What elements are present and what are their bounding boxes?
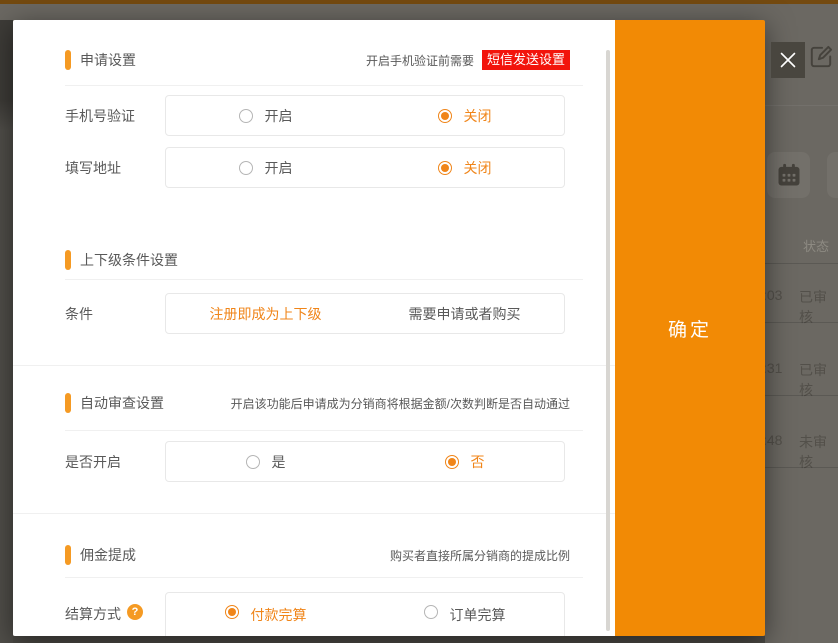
- background-header-divider: [765, 105, 838, 106]
- row-settlement-method: 结算方式 ? 付款完算 订单完算: [65, 592, 583, 636]
- section-marker: [65, 393, 71, 413]
- section-divider: [65, 279, 583, 280]
- section-title: 申请设置: [80, 50, 136, 70]
- section-marker: [65, 50, 71, 70]
- background-topbar: [0, 0, 838, 4]
- radio-label: 开启: [265, 158, 293, 178]
- table-divider: [765, 467, 838, 468]
- help-icon[interactable]: ?: [127, 604, 143, 620]
- background-button-partial: [827, 152, 838, 198]
- table-row-status: 已审核: [799, 360, 838, 400]
- distribution-settings-dialog: 申请设置 开启手机验证前需要 短信发送设置 手机号验证 开启 关闭 填写地址: [13, 20, 765, 636]
- radio-icon[interactable]: [239, 109, 253, 123]
- section-divider: [65, 430, 583, 431]
- section-marker: [65, 250, 71, 270]
- radio-label: 关闭: [464, 106, 492, 126]
- row-auto-review-enable: 是否开启 是 否: [65, 441, 583, 482]
- radio-option-order-settle[interactable]: 订单完算: [365, 593, 564, 636]
- radio-option-off[interactable]: 关闭: [365, 96, 564, 135]
- radio-label: 开启: [265, 106, 293, 126]
- table-header-status: 状态: [803, 236, 829, 255]
- section-note: 购买者直接所属分销商的提成比例: [390, 547, 570, 564]
- option-group: 是 否: [165, 441, 565, 482]
- row-condition: 条件 注册即成为上下级 需要申请或者购买: [65, 293, 583, 334]
- calendar-button: [767, 152, 810, 198]
- radio-label: 否: [471, 452, 485, 472]
- section-marker: [65, 545, 71, 565]
- radio-option-off[interactable]: 关闭: [365, 148, 564, 187]
- option-group: 开启 关闭: [165, 95, 565, 136]
- radio-icon[interactable]: [225, 605, 239, 619]
- section-note: 开启该功能后申请成为分销商将根据金额/次数判断是否自动通过: [231, 395, 570, 412]
- section-title: 上下级条件设置: [80, 250, 178, 270]
- scrollbar[interactable]: [606, 50, 610, 631]
- row-label: 是否开启: [65, 441, 121, 482]
- section-separator: [13, 513, 615, 514]
- section-title: 佣金提成: [80, 545, 136, 565]
- sms-settings-badge[interactable]: 短信发送设置: [482, 50, 570, 70]
- table-row-time: :31: [763, 360, 782, 376]
- table-divider: [765, 322, 838, 323]
- section-divider: [65, 85, 583, 86]
- table-divider: [765, 263, 838, 264]
- table-row-time: :48: [763, 432, 782, 448]
- dialog-scroll-area: 申请设置 开启手机验证前需要 短信发送设置 手机号验证 开启 关闭 填写地址: [13, 20, 615, 636]
- row-label: 填写地址: [65, 147, 121, 188]
- radio-icon[interactable]: [424, 605, 438, 619]
- radio-icon[interactable]: [438, 161, 452, 175]
- radio-option-yes[interactable]: 是: [166, 442, 365, 481]
- option-group: 注册即成为上下级 需要申请或者购买: [165, 293, 565, 334]
- section-relation-header: 上下级条件设置: [65, 250, 570, 270]
- close-icon: [778, 50, 798, 70]
- table-row-status: 已审核: [799, 287, 838, 327]
- table-row-status: 未审核: [799, 432, 838, 472]
- option-group: 付款完算 订单完算: [165, 592, 565, 636]
- background-left-sidebar: [0, 20, 13, 643]
- radio-option-on[interactable]: 开启: [166, 148, 365, 187]
- radio-label: 是: [272, 452, 286, 472]
- calendar-icon: [775, 161, 803, 189]
- radio-option-payment-settle[interactable]: 付款完算: [166, 593, 365, 636]
- row-fill-address: 填写地址 开启 关闭: [65, 147, 583, 188]
- radio-icon[interactable]: [239, 161, 253, 175]
- row-label: 条件: [65, 293, 93, 334]
- radio-icon[interactable]: [445, 455, 459, 469]
- radio-icon[interactable]: [438, 109, 452, 123]
- radio-label: 付款完算: [251, 605, 307, 625]
- edit-icon: [808, 44, 834, 70]
- section-separator: [13, 365, 615, 366]
- row-label-group: 结算方式 ?: [65, 592, 143, 624]
- confirm-button[interactable]: 确定: [615, 20, 765, 636]
- row-label: 结算方式: [65, 604, 121, 624]
- radio-label: 订单完算: [450, 605, 506, 625]
- section-note: 开启手机验证前需要: [366, 52, 474, 69]
- section-apply-header: 申请设置 开启手机验证前需要 短信发送设置: [65, 50, 570, 70]
- section-title: 自动审查设置: [80, 393, 164, 413]
- close-button[interactable]: [771, 42, 805, 78]
- section-divider: [65, 577, 583, 578]
- radio-icon[interactable]: [246, 455, 260, 469]
- confirm-button-label: 确定: [668, 315, 712, 342]
- section-auto-review-header: 自动审查设置 开启该功能后申请成为分销商将根据金额/次数判断是否自动通过: [65, 393, 570, 413]
- table-divider: [765, 395, 838, 396]
- section-commission-header: 佣金提成 购买者直接所属分销商的提成比例: [65, 545, 570, 565]
- radio-option-on[interactable]: 开启: [166, 96, 365, 135]
- dialog-bottom-shadow: [13, 636, 765, 643]
- option-group: 开启 关闭: [165, 147, 565, 188]
- row-label: 手机号验证: [65, 95, 135, 136]
- radio-label: 关闭: [464, 158, 492, 178]
- radio-option-no[interactable]: 否: [365, 442, 564, 481]
- row-phone-verify: 手机号验证 开启 关闭: [65, 95, 583, 136]
- choice-register[interactable]: 注册即成为上下级: [166, 294, 365, 333]
- choice-apply-or-buy[interactable]: 需要申请或者购买: [365, 294, 564, 333]
- table-row-time: :03: [763, 287, 782, 303]
